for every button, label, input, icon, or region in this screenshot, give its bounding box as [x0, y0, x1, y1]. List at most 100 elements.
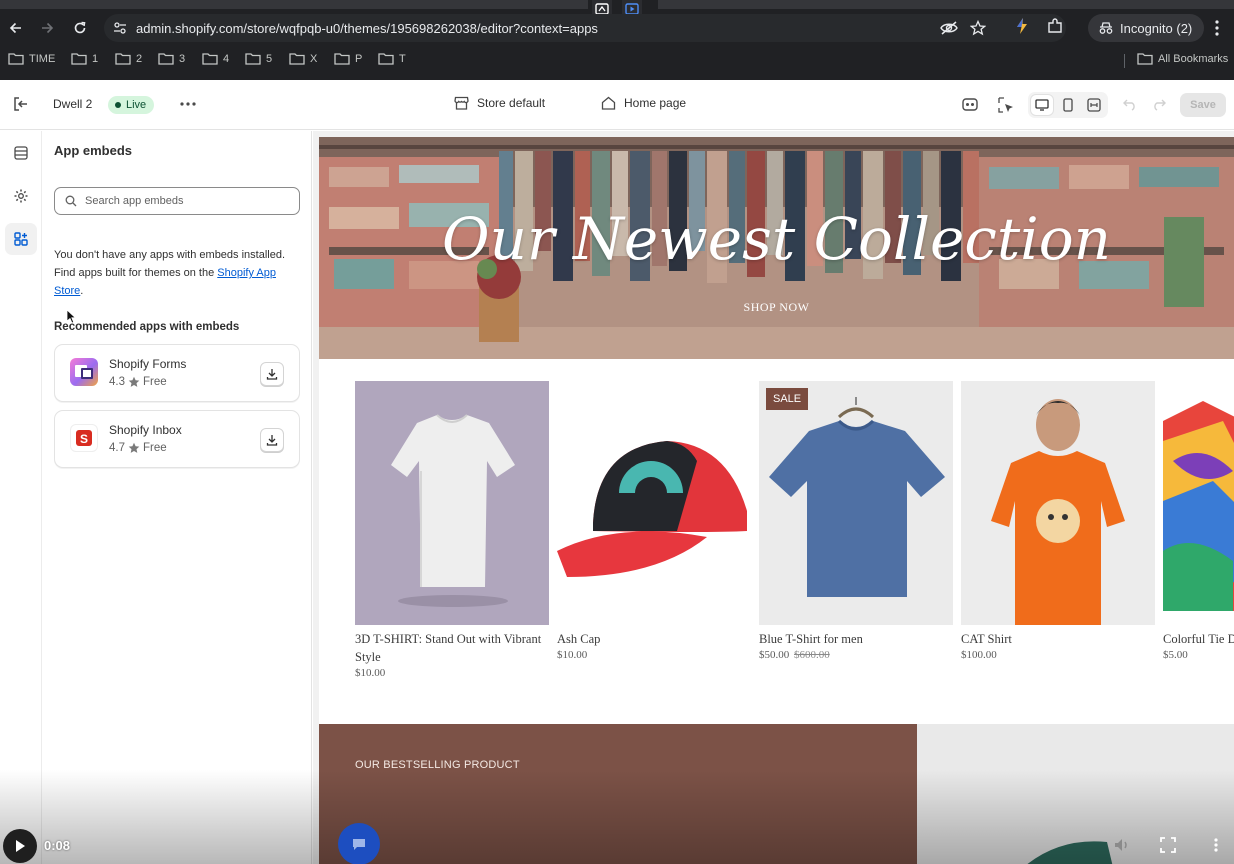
forward-button[interactable] [36, 17, 58, 39]
bookmarks-divider [1124, 54, 1125, 68]
product-title: Ash Cap [557, 632, 601, 646]
featured-collection: 3D T-SHIRT: Stand Out with Vibrant Style… [355, 381, 1234, 701]
page-label: Home page [624, 96, 687, 110]
app-card-shopify-inbox[interactable]: S Shopify Inbox 4.7 Free [54, 410, 300, 468]
no-embeds-message: You don't have any apps with embeds inst… [54, 249, 286, 297]
mobile-icon [1063, 98, 1073, 112]
eye-off-icon[interactable] [940, 20, 958, 36]
bookmark-folder[interactable]: 3 [158, 52, 185, 65]
panel-title: App embeds [54, 143, 133, 158]
app-rating: 4.3 Free [109, 376, 167, 388]
inspector-icon[interactable] [961, 96, 979, 114]
folder-icon [202, 53, 218, 65]
bookmark-folder[interactable]: 5 [245, 52, 272, 65]
search-input[interactable] [85, 188, 295, 214]
mobile-view-button[interactable] [1057, 95, 1079, 115]
theme-name: Dwell 2 [53, 97, 93, 111]
all-bookmarks-button[interactable]: All Bookmarks [1137, 52, 1228, 65]
theme-settings-button[interactable] [5, 180, 37, 212]
redo-icon[interactable] [1151, 97, 1167, 111]
video-menu-icon[interactable] [1212, 837, 1220, 853]
viewport-switcher [1028, 92, 1108, 118]
compare-at-price: $600.00 [794, 649, 830, 661]
browser-chrome: admin.shopify.com/store/wqfpqb-u0/themes… [0, 0, 1234, 80]
profile-label: Incognito (2) [1120, 20, 1193, 36]
bookmark-folder[interactable]: 4 [202, 52, 229, 65]
fullscreen-icon[interactable] [1160, 837, 1176, 853]
browser-menu-icon[interactable] [1214, 18, 1220, 38]
store-context-selector[interactable]: Store default [454, 96, 545, 110]
product-card[interactable]: Ash Cap $10.00 [557, 381, 751, 661]
more-actions-icon[interactable] [178, 94, 198, 114]
reload-icon [74, 21, 86, 34]
forward-arrow-icon [42, 22, 54, 34]
product-title: 3D T-SHIRT: Stand Out with Vibrant Style [355, 632, 542, 664]
back-button[interactable] [5, 17, 27, 39]
store-context-label: Store default [477, 96, 546, 110]
bookmark-star-icon[interactable] [970, 20, 986, 36]
site-info-icon[interactable] [112, 20, 128, 36]
bookmark-folder[interactable]: 2 [115, 52, 142, 65]
mouse-cursor-icon [66, 309, 76, 324]
home-icon [601, 96, 616, 110]
product-price: $100.00 [961, 649, 997, 661]
product-card[interactable]: 3D T-SHIRT: Stand Out with Vibrant Style… [355, 381, 549, 679]
extension-bolt-icon[interactable] [1013, 17, 1031, 35]
fullscreen-view-button[interactable] [1083, 95, 1105, 115]
video-controls-overlay [0, 770, 1234, 864]
shopify-inbox-logo: S [70, 424, 98, 452]
app-embeds-button[interactable] [5, 223, 37, 255]
app-card-shopify-forms[interactable]: Shopify Forms 4.3 Free [54, 344, 300, 402]
star-icon [128, 442, 140, 453]
undo-icon[interactable] [1122, 97, 1138, 111]
gear-icon [14, 189, 28, 203]
play-button[interactable] [3, 829, 37, 863]
bookmark-folder[interactable]: 1 [71, 52, 98, 65]
install-button[interactable] [260, 428, 284, 452]
incognito-profile-button[interactable]: Incognito (2) [1088, 14, 1204, 42]
bookmark-folder[interactable]: TIME [8, 52, 55, 65]
product-card[interactable]: SALE Blue T-Shirt for men $50.00 $600.00 [759, 381, 953, 661]
reload-button[interactable] [69, 17, 91, 39]
star-icon [128, 376, 140, 387]
bookmarks-bar: TIME 1 2 3 4 5 X P T All Bookmarks [0, 48, 1234, 74]
select-element-icon[interactable] [997, 96, 1015, 114]
play-icon [16, 840, 25, 852]
bookmark-folder[interactable]: T [378, 52, 406, 65]
exit-editor-icon[interactable] [12, 96, 30, 112]
folder-icon [1137, 53, 1153, 65]
page-selector[interactable]: Home page [601, 96, 686, 110]
chat-widget-button[interactable] [338, 823, 380, 864]
product-image [1163, 381, 1234, 625]
save-button[interactable]: Save [1180, 93, 1226, 117]
folder-icon [8, 53, 24, 65]
folder-icon [115, 53, 131, 65]
desktop-view-button[interactable] [1031, 95, 1053, 115]
product-price: $5.00 [1163, 649, 1188, 661]
bookmark-folder[interactable]: P [334, 52, 362, 65]
recommended-heading: Recommended apps with embeds [54, 321, 240, 333]
folder-icon [158, 53, 174, 65]
hero-banner[interactable]: Our Newest Collection SHOP NOW [319, 137, 1234, 359]
search-icon [65, 195, 77, 207]
address-bar[interactable]: admin.shopify.com/store/wqfpqb-u0/themes… [104, 14, 1066, 42]
extensions-puzzle-icon[interactable] [1046, 17, 1064, 35]
folder-icon [378, 53, 394, 65]
product-price: $10.00 [355, 667, 386, 679]
folder-icon [334, 53, 350, 65]
shop-now-link[interactable]: SHOP NOW [319, 300, 1234, 315]
bookmark-folder[interactable]: X [289, 52, 317, 65]
incognito-icon [1099, 22, 1113, 34]
hero-title: Our Newest Collection [442, 205, 1111, 273]
download-icon [266, 435, 278, 446]
product-title: CAT Shirt [961, 632, 1012, 646]
volume-icon[interactable] [1113, 837, 1131, 853]
sections-button[interactable] [5, 137, 37, 169]
desktop-icon [1035, 99, 1049, 111]
download-icon [266, 369, 278, 380]
product-card[interactable]: Colorful Tie Dye: Vibrant Style $5.00 [1163, 381, 1234, 661]
store-icon [454, 96, 469, 110]
search-app-embeds[interactable] [54, 187, 300, 215]
install-button[interactable] [260, 362, 284, 386]
product-card[interactable]: CAT Shirt $100.00 [961, 381, 1155, 661]
